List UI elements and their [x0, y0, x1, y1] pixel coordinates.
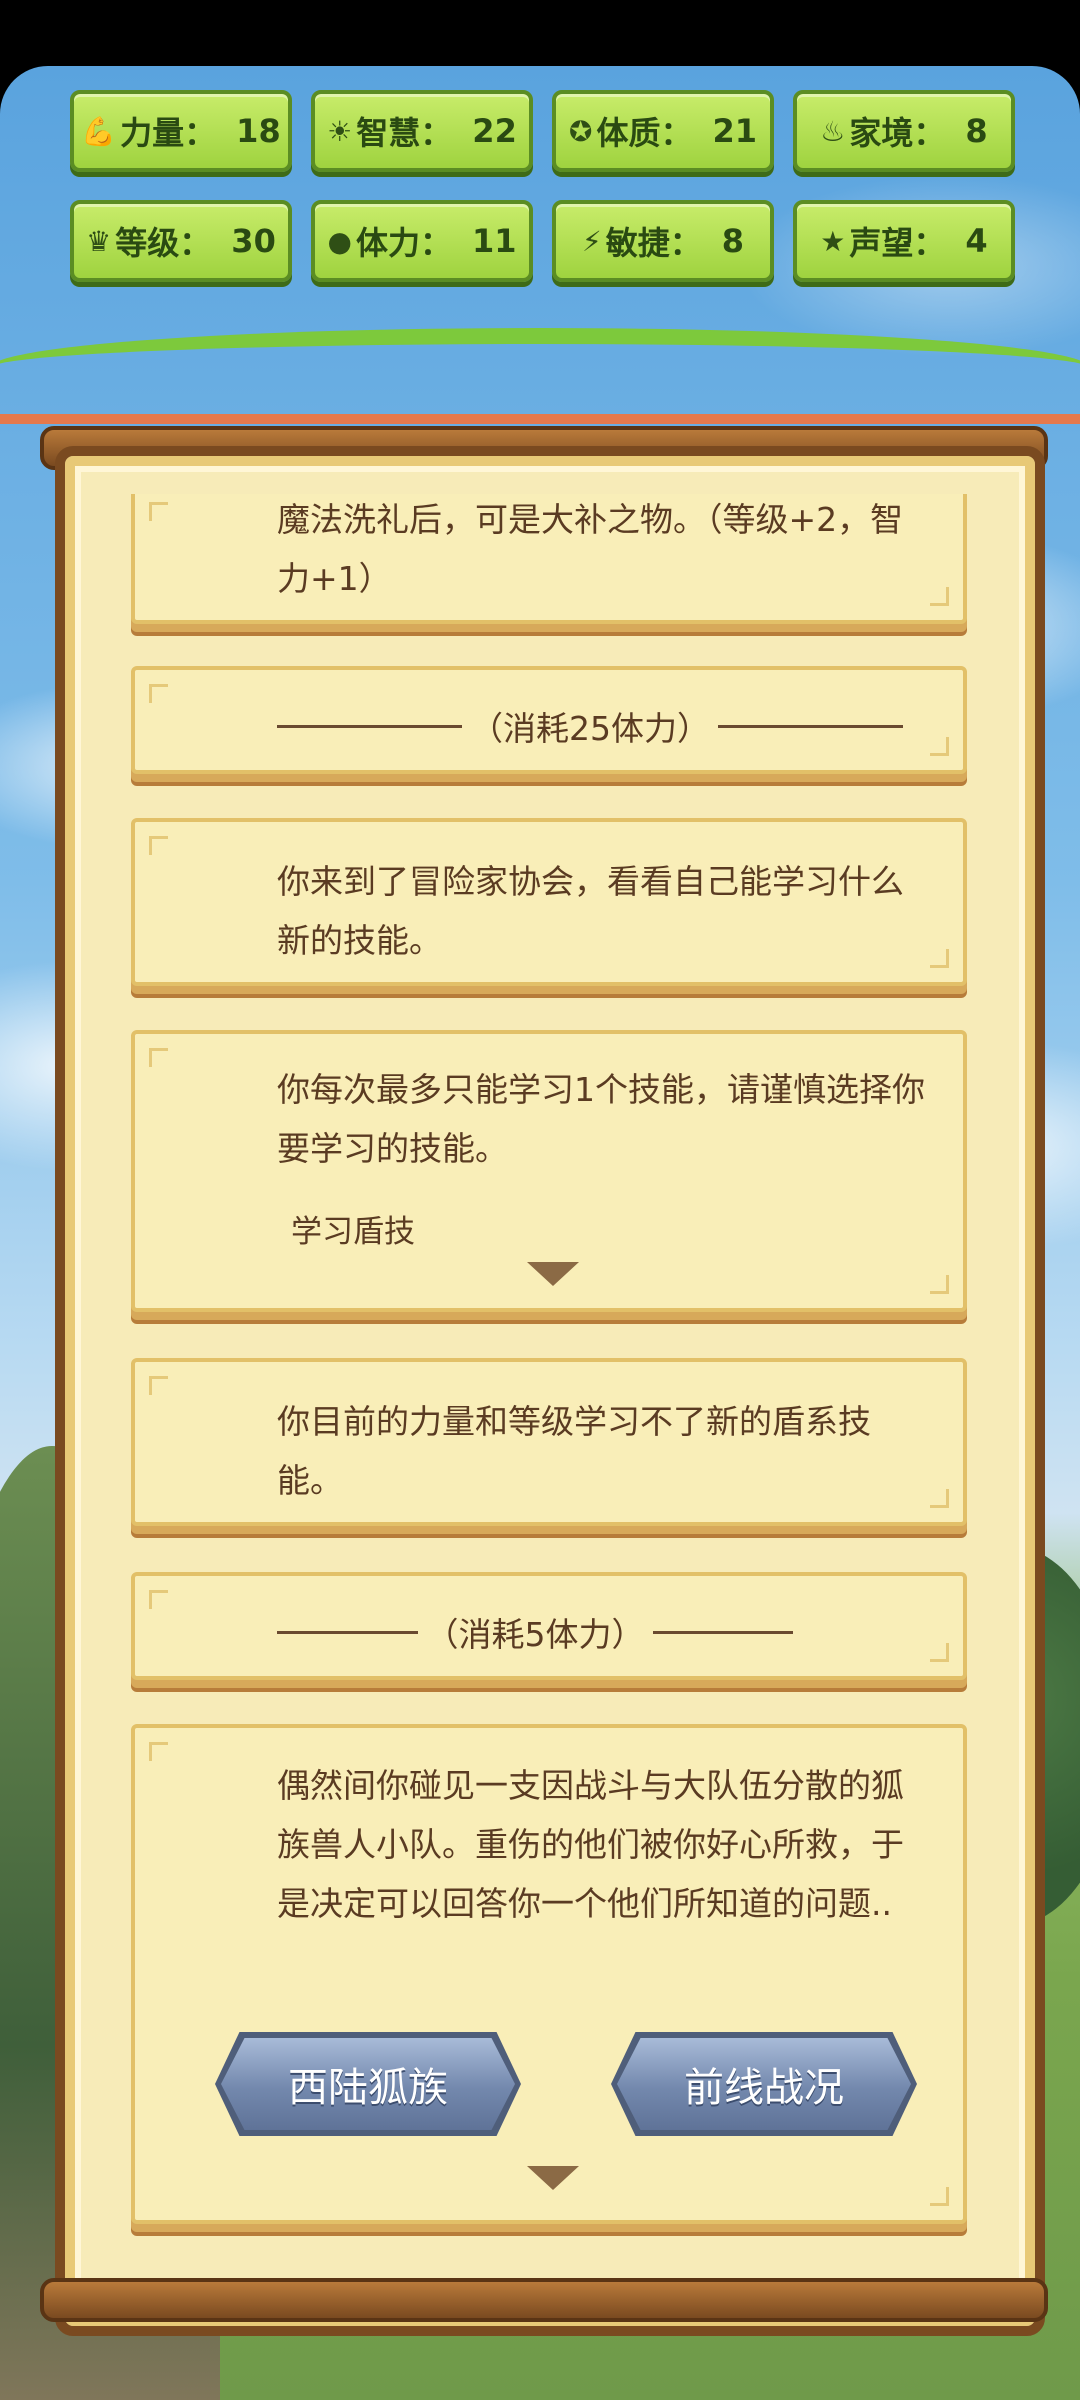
stat-level: ♛ 等级： 30	[70, 200, 292, 282]
grass-divider	[0, 328, 1080, 414]
divider-line	[652, 1630, 793, 1634]
cost-text: （消耗25体力）	[470, 709, 710, 748]
log-text: 魔法洗礼后，可是大补之物。（等级+2，智力+1）	[277, 500, 904, 598]
heart-icon: ●	[327, 224, 352, 258]
stat-stamina: ● 体力： 11	[311, 200, 533, 282]
crown-icon: ♛	[86, 224, 112, 258]
triangle-down-icon	[527, 1262, 579, 1286]
star-icon: ★	[820, 224, 846, 258]
strength-icon: 💪	[81, 114, 117, 148]
cost-separator: （消耗5体力）	[277, 1608, 793, 1656]
cost-separator: （消耗25体力）	[277, 702, 903, 750]
event-log[interactable]: 魔法洗礼后，可是大补之物。（等级+2，智力+1） （消耗25体力） 你来到了冒险…	[127, 494, 971, 2294]
stat-value: 22	[472, 112, 517, 150]
stat-label: 声望：	[849, 224, 946, 262]
log-text: 你每次最多只能学习1个技能，请谨慎选择你要学习的技能。	[277, 1070, 925, 1168]
triangle-down-icon	[527, 2166, 579, 2190]
log-card: 你来到了冒险家协会，看看自己能学习什么新的技能。	[131, 818, 967, 986]
divider-line	[277, 1630, 418, 1634]
constitution-icon: ✪	[568, 114, 593, 148]
stat-family: ♨ 家境： 8	[793, 90, 1015, 172]
stat-label: 敏捷：	[605, 224, 702, 262]
stat-value: 8	[721, 222, 744, 260]
log-card: 你每次最多只能学习1个技能，请谨慎选择你要学习的技能。 学习盾技	[131, 1030, 967, 1312]
stat-value: 21	[712, 112, 757, 150]
log-separator-card: （消耗25体力）	[131, 666, 967, 774]
log-card: 你目前的力量和等级学习不了新的盾系技能。	[131, 1358, 967, 1526]
stat-value: 8	[965, 112, 988, 150]
stat-wisdom: ☀ 智慧： 22	[311, 90, 533, 172]
stat-label: 等级：	[115, 224, 212, 262]
stat-value: 11	[471, 222, 517, 260]
log-text: 偶然间你碰见一支因战斗与大队伍分散的狐族兽人小队。重伤的他们被你好心所救，于是决…	[277, 1766, 904, 1923]
log-text: 你目前的力量和等级学习不了新的盾系技能。	[277, 1402, 871, 1500]
option-west-fox-clan-button[interactable]: 西陆狐族	[221, 2038, 515, 2130]
divider-line	[718, 724, 903, 728]
log-text: 你来到了冒险家协会，看看自己能学习什么新的技能。	[277, 862, 904, 960]
chosen-option: 学习盾技	[291, 1214, 415, 1250]
stat-label: 体质：	[596, 114, 693, 152]
divider-line	[277, 724, 462, 728]
family-icon: ♨	[820, 114, 846, 148]
stat-reputation: ★ 声望： 4	[793, 200, 1015, 282]
game-screen: 💪 力量： 18 ☀ 智慧： 22 ✪ 体质： 21 ♨ 家境： 8 ♛ 等级：…	[0, 66, 1080, 2400]
log-card-current: 偶然间你碰见一支因战斗与大队伍分散的狐族兽人小队。重伤的他们被你好心所救，于是决…	[131, 1724, 967, 2224]
log-card: 魔法洗礼后，可是大补之物。（等级+2，智力+1）	[131, 494, 967, 624]
stat-value: 4	[965, 222, 988, 260]
stat-label: 家境：	[849, 114, 946, 152]
stat-value: 18	[236, 112, 281, 150]
stat-label: 体力：	[355, 224, 452, 262]
stat-label: 力量：	[120, 114, 217, 152]
cost-text: （消耗5体力）	[425, 1615, 645, 1654]
stats-panel: 💪 力量： 18 ☀ 智慧： 22 ✪ 体质： 21 ♨ 家境： 8 ♛ 等级：…	[0, 66, 1080, 366]
lightning-icon: ⚡	[582, 224, 602, 258]
stat-constitution: ✪ 体质： 21	[552, 90, 774, 172]
stat-agility: ⚡ 敏捷： 8	[552, 200, 774, 282]
stat-value: 30	[231, 222, 276, 260]
wisdom-icon: ☀	[327, 114, 353, 148]
stat-strength: 💪 力量： 18	[70, 90, 292, 172]
log-separator-card: （消耗5体力）	[131, 1572, 967, 1680]
stat-label: 智慧：	[356, 114, 453, 152]
option-frontline-button[interactable]: 前线战况	[617, 2038, 911, 2130]
